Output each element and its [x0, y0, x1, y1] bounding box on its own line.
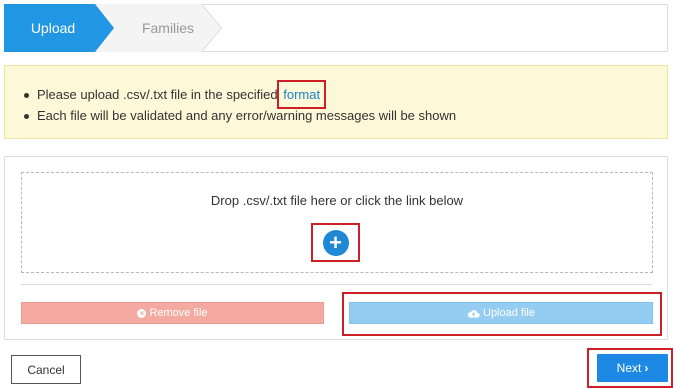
- info-list: Please upload .csv/.txt file in the spec…: [23, 80, 667, 126]
- next-button[interactable]: Next ›: [597, 354, 668, 382]
- remove-file-label: Remove file: [149, 307, 208, 319]
- step-upload-label: Upload: [30, 20, 76, 36]
- upload-file-button[interactable]: Upload file: [349, 302, 653, 324]
- upload-file-label: Upload file: [483, 307, 535, 319]
- step-families-label: Families: [141, 20, 195, 36]
- step-upload[interactable]: Upload: [4, 4, 114, 52]
- format-link[interactable]: format: [277, 80, 327, 109]
- cancel-button[interactable]: Cancel: [11, 355, 81, 384]
- next-label: Next: [616, 361, 642, 375]
- remove-file-button[interactable]: × Remove file: [21, 302, 324, 324]
- cancel-label: Cancel: [27, 362, 65, 377]
- chevron-right-icon: ›: [644, 361, 649, 375]
- dropzone-text: Drop .csv/.txt file here or click the li…: [210, 193, 464, 208]
- info-panel: Please upload .csv/.txt file in the spec…: [4, 65, 668, 139]
- step-families[interactable]: Families: [97, 4, 221, 52]
- info-item-validation-text: Each file will be validated and any erro…: [37, 108, 457, 123]
- divider: [21, 284, 653, 285]
- file-dropzone[interactable]: Drop .csv/.txt file here or click the li…: [21, 172, 653, 273]
- upload-panel: Drop .csv/.txt file here or click the li…: [4, 156, 668, 340]
- info-item-validation: Each file will be validated and any erro…: [23, 105, 667, 126]
- cloud-upload-icon: [467, 309, 480, 318]
- plus-circle-icon: +: [322, 229, 349, 256]
- info-item-format: Please upload .csv/.txt file in the spec…: [23, 80, 667, 109]
- times-circle-icon: ×: [137, 308, 147, 318]
- step-navigation: Upload Families: [4, 4, 668, 52]
- add-file-button[interactable]: +: [311, 223, 360, 262]
- info-item-format-text: Please upload .csv/.txt file in the spec…: [37, 87, 282, 102]
